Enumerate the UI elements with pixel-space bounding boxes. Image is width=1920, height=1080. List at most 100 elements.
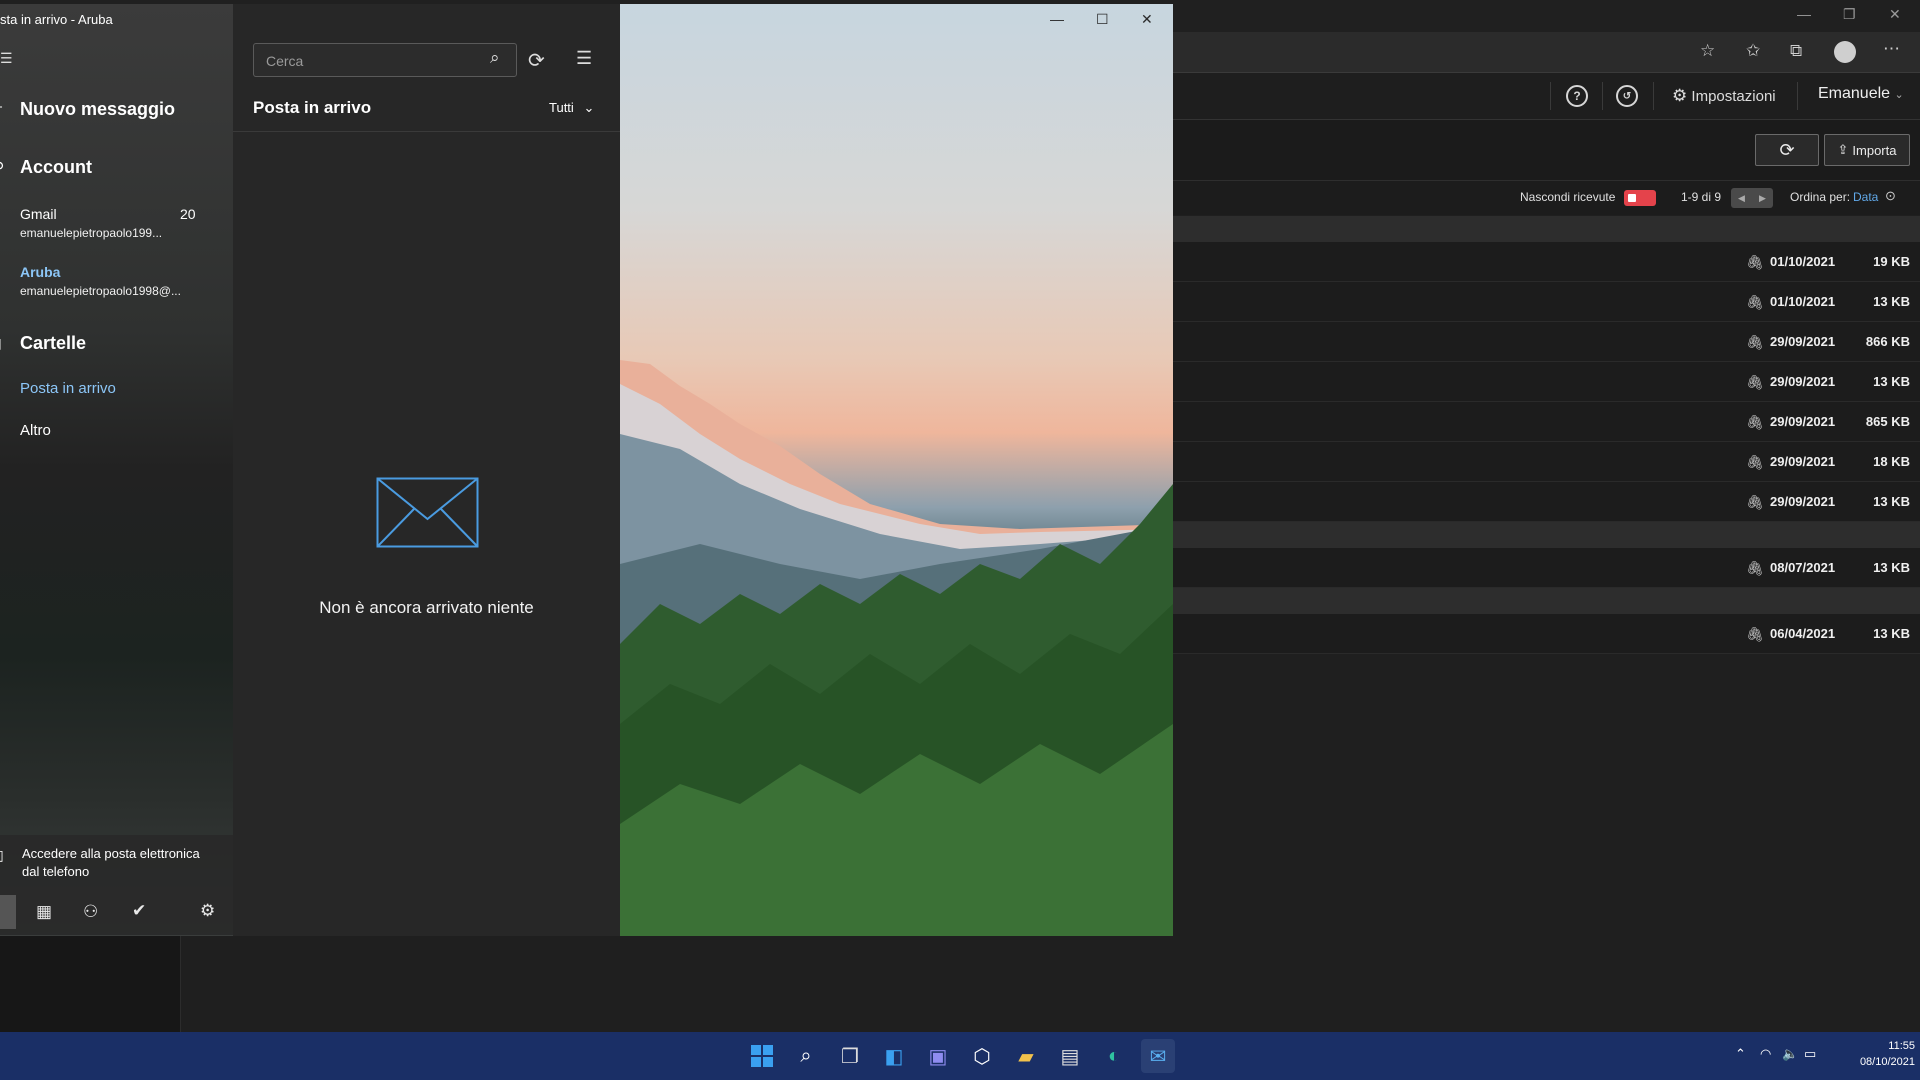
window-title: sta in arrivo - Aruba [0, 12, 113, 27]
message-size: 13 KB [1873, 294, 1910, 309]
nav-bottom-bar: ▯ Accedere alla posta elettronica dal te… [0, 835, 233, 935]
account-name: Gmail [20, 206, 57, 222]
unread-count: 20 [180, 206, 196, 222]
start-icon[interactable] [745, 1039, 779, 1073]
people-icon[interactable]: ⚇ [83, 902, 98, 922]
mail-view-icon[interactable] [0, 895, 16, 929]
folder-other[interactable]: Altro [20, 422, 51, 439]
help-icon[interactable]: ? [1566, 85, 1588, 107]
taskbar: ⌕ ❐ ◧ ▣ ⬡ ▰ ▤ ◐ ✉ ⌃ ◠ 🔈 ▭ 11:55 08/10/20… [0, 1032, 1920, 1080]
chevron-down-icon: ⌄ [583, 100, 595, 115]
previous-page-icon[interactable]: ◀ [1738, 193, 1745, 204]
reading-pane: — ☐ ✕ [620, 4, 1173, 936]
filter-label: Tutti [549, 100, 574, 115]
browser-close-button[interactable]: ✕ [1889, 6, 1901, 23]
search-icon[interactable]: ⌕ [490, 48, 500, 68]
message-date: 01/10/2021 [1770, 294, 1836, 309]
attachment-icon: 🖇 [1746, 494, 1764, 510]
app-cube-icon[interactable]: ⬡ [965, 1039, 999, 1073]
mail-navigation-pane: sta in arrivo - Aruba ☰ + Nuovo messaggi… [0, 4, 233, 936]
message-date: 29/09/2021 [1770, 494, 1836, 509]
minimize-button[interactable]: — [1050, 11, 1064, 27]
import-label: Importa [1852, 142, 1897, 158]
message-size: 866 KB [1865, 334, 1910, 349]
phone-prompt-line2[interactable]: dal telefono [22, 864, 89, 879]
history-icon[interactable]: ↺ [1616, 85, 1638, 107]
widgets-icon[interactable]: ◧ [877, 1039, 911, 1073]
show-hidden-icons-icon[interactable]: ⌃ [1735, 1046, 1746, 1062]
collections-icon[interactable]: ⧉ [1790, 41, 1802, 61]
volume-icon[interactable]: 🔈 [1782, 1046, 1798, 1062]
settings-gear-icon[interactable]: ⚙ [200, 901, 215, 921]
selection-mode-icon[interactable]: ☰ [576, 48, 592, 69]
account-aruba[interactable]: Aruba emanuelepietropaolo1998@... [0, 260, 233, 304]
settings-button[interactable]: ⚙ Impostazioni [1672, 86, 1776, 106]
more-options-icon[interactable]: ⋯ [1883, 39, 1900, 59]
account-gmail[interactable]: Gmail 20 emanuelepietropaolo199... [0, 202, 233, 246]
battery-icon[interactable]: ▭ [1804, 1046, 1816, 1062]
mail-app-window: sta in arrivo - Aruba ☰ + Nuovo messaggi… [0, 4, 1173, 936]
clock-time[interactable]: 11:55 [1855, 1040, 1915, 1052]
phone-prompt-line1[interactable]: Accedere alla posta elettronica [22, 846, 200, 861]
chat-icon[interactable]: ▣ [921, 1039, 955, 1073]
import-button[interactable]: ⇪ Importa [1824, 134, 1910, 166]
page-range: 1-9 di 9 [1681, 190, 1722, 204]
search-input[interactable] [264, 50, 478, 72]
maximize-button[interactable]: ☐ [1096, 11, 1109, 28]
new-message-label: Nuovo messaggio [20, 99, 176, 119]
hide-received-toggle[interactable] [1624, 190, 1656, 206]
envelope-icon [376, 477, 479, 548]
account-email: emanuelepietropaolo1998@... [20, 284, 181, 298]
upload-icon: ⇪ [1837, 142, 1849, 157]
hamburger-menu-icon[interactable]: ☰ [0, 50, 13, 67]
filter-dropdown[interactable]: Tutti ⌄ [549, 100, 594, 116]
search-box[interactable]: ⌕ [253, 43, 517, 77]
mail-app-icon[interactable]: ✉ [1141, 1039, 1175, 1073]
attachment-icon: 🖇 [1746, 374, 1764, 390]
account-name: Aruba [20, 264, 61, 280]
store-icon[interactable]: ▤ [1053, 1039, 1087, 1073]
chevron-down-icon: ⌄ [1894, 89, 1904, 101]
attachment-icon: 🖇 [1746, 254, 1764, 270]
close-button[interactable]: ✕ [1141, 11, 1153, 28]
new-message-button[interactable]: + Nuovo messaggio [0, 96, 230, 126]
message-date: 01/10/2021 [1770, 254, 1836, 269]
file-explorer-icon[interactable]: ▰ [1009, 1039, 1043, 1073]
sync-icon[interactable]: ⟳ [528, 48, 545, 73]
clock-date[interactable]: 08/10/2021 [1835, 1056, 1915, 1068]
empty-state-text: Non è ancora arrivato niente [319, 598, 534, 617]
message-date: 29/09/2021 [1770, 374, 1836, 389]
wifi-icon[interactable]: ◠ [1760, 1046, 1771, 1062]
profile-avatar[interactable] [1834, 41, 1856, 63]
message-size: 19 KB [1873, 254, 1910, 269]
message-date: 29/09/2021 [1770, 334, 1836, 349]
calendar-icon[interactable]: ▦ [36, 902, 52, 922]
edge-browser-icon[interactable]: ◐ [1097, 1039, 1131, 1073]
message-date: 06/04/2021 [1770, 626, 1836, 641]
add-favorite-icon[interactable]: ☆ [1700, 41, 1715, 61]
todo-icon[interactable]: ✔ [132, 901, 146, 921]
attachment-icon: 🖇 [1746, 414, 1764, 430]
folders-heading-label: Cartelle [20, 333, 87, 353]
task-view-icon[interactable]: ❐ [833, 1039, 867, 1073]
header-divider [1797, 82, 1798, 110]
browser-minimize-button[interactable]: — [1797, 6, 1811, 22]
sort-direction-icon[interactable]: ⊙ [1885, 188, 1896, 204]
header-divider [1550, 82, 1551, 110]
pager-buttons[interactable]: ◀ ▶ [1731, 188, 1773, 208]
favorites-icon[interactable]: ✩ [1746, 41, 1760, 61]
user-menu[interactable]: Emanuele ⌄ [1818, 85, 1904, 103]
accounts-heading-label: Account [20, 157, 92, 177]
refresh-button[interactable]: ⟳ [1755, 134, 1819, 166]
message-size: 13 KB [1873, 560, 1910, 575]
browser-restore-button[interactable]: ❐ [1843, 6, 1856, 23]
next-page-icon[interactable]: ▶ [1759, 193, 1766, 204]
search-icon[interactable]: ⌕ [789, 1039, 823, 1073]
sort-value[interactable]: Data [1853, 190, 1878, 204]
person-icon: ⚲ [0, 159, 4, 176]
folder-inbox[interactable]: Posta in arrivo [20, 380, 116, 397]
settings-label: Impostazioni [1691, 88, 1776, 105]
plus-icon: + [0, 99, 3, 116]
attachment-icon: 🖇 [1746, 560, 1764, 576]
header-divider [1602, 82, 1603, 110]
